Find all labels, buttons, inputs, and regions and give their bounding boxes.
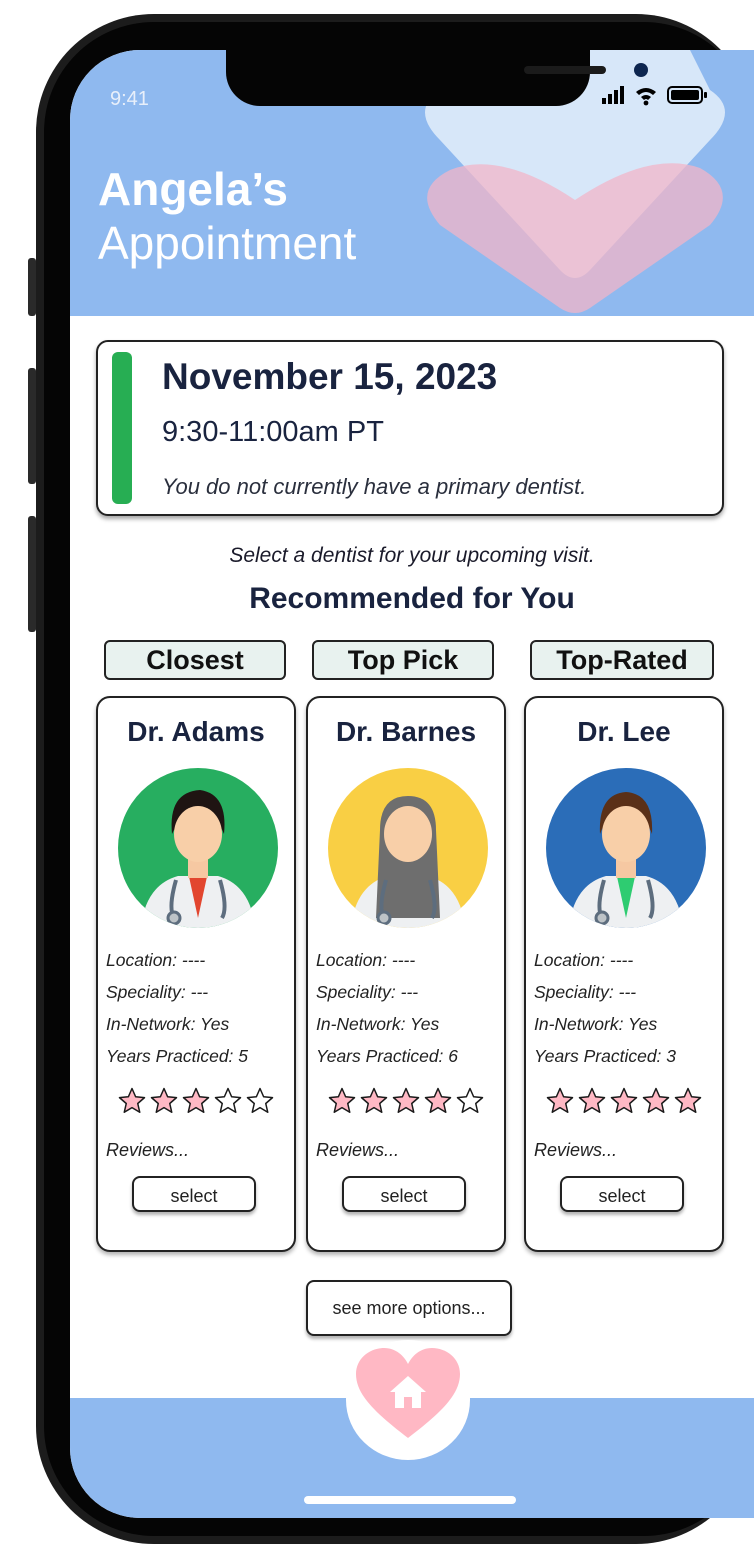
network-label: In-Network: Yes (316, 1014, 440, 1034)
location-label: Location: ---- (534, 950, 634, 970)
dentist-card: Dr. Adams Location: ---- Speciality: --- In… (96, 696, 296, 1252)
status-indicator-bar (112, 352, 132, 504)
status-time: 9:41 (110, 88, 149, 110)
home-indicator[interactable] (304, 1496, 516, 1504)
location-label: Location: ---- (316, 950, 416, 970)
star-empty-icon (246, 1087, 274, 1113)
star-filled-icon (424, 1087, 452, 1113)
status-icons (602, 86, 707, 106)
years-label: Years Practiced: 3 (534, 1046, 677, 1066)
section-title: Recommended for You (249, 582, 575, 615)
dentist-name: Dr. Barnes (335, 716, 477, 747)
star-filled-icon (328, 1087, 356, 1113)
reviews-link[interactable]: Reviews... (534, 1140, 617, 1161)
home-button[interactable] (354, 1346, 462, 1442)
speciality-label: Speciality: --- (316, 982, 419, 1002)
star-filled-icon (182, 1087, 210, 1113)
select-prompt: Select a dentist for your upcoming visit… (229, 544, 595, 567)
tag-top-rated: Top-Rated (530, 640, 714, 680)
years-label: Years Practiced: 6 (316, 1046, 459, 1066)
network-label: In-Network: Yes (534, 1014, 658, 1034)
location-label: Location: ---- (106, 950, 206, 970)
star-filled-icon (392, 1087, 420, 1113)
star-filled-icon (674, 1087, 702, 1113)
doctor-avatar-icon (328, 768, 488, 928)
select-button[interactable]: select (132, 1176, 256, 1212)
volume-down-button (28, 516, 36, 632)
star-filled-icon (360, 1087, 388, 1113)
title-subtitle: Appointment (98, 217, 357, 269)
speciality-label: Speciality: --- (106, 982, 209, 1002)
appointment-time: 9:30-11:00am PT (162, 416, 384, 448)
star-filled-icon (150, 1087, 178, 1113)
star-filled-icon (610, 1087, 638, 1113)
doctor-avatar-icon (546, 768, 706, 928)
star-empty-icon (214, 1087, 242, 1113)
dentist-card: Dr. Barnes Location: ---- Speciality: --- I… (306, 696, 506, 1252)
page-title: Angela’s Appointment (98, 162, 356, 270)
appointment-note: You do not currently have a primary dent… (162, 474, 587, 499)
years-label: Years Practiced: 5 (106, 1046, 249, 1066)
speaker (524, 66, 606, 74)
signal-icon (602, 86, 624, 104)
star-empty-icon (456, 1087, 484, 1113)
star-rating (308, 1086, 504, 1121)
star-rating (98, 1086, 294, 1121)
notch (226, 50, 648, 106)
app-screen: 9:41 Angela’s Appointment November 15, 2… (70, 50, 754, 1518)
star-filled-icon (578, 1087, 606, 1113)
silent-switch (28, 258, 36, 316)
dentist-name: Dr. Adams (127, 716, 265, 747)
see-more-options-button[interactable]: see more options... (306, 1280, 512, 1336)
camera (634, 63, 648, 77)
star-filled-icon (642, 1087, 670, 1113)
select-button[interactable]: select (560, 1176, 684, 1212)
star-filled-icon (118, 1087, 146, 1113)
select-button[interactable]: select (342, 1176, 466, 1212)
appointment-date: November 15, 2023 (162, 356, 498, 397)
volume-up-button (28, 368, 36, 484)
tag-closest: Closest (104, 640, 286, 680)
tag-top-pick: Top Pick (312, 640, 494, 680)
dentist-name: Dr. Lee (577, 716, 671, 747)
title-name: Angela’s (98, 163, 289, 215)
wifi-icon (636, 88, 656, 106)
reviews-link[interactable]: Reviews... (316, 1140, 399, 1161)
network-label: In-Network: Yes (106, 1014, 230, 1034)
battery-icon (667, 86, 707, 104)
speciality-label: Speciality: --- (534, 982, 637, 1002)
star-rating (526, 1086, 722, 1121)
reviews-link[interactable]: Reviews... (106, 1140, 189, 1161)
appointment-card: November 15, 2023 9:30-11:00am PT You do… (96, 340, 724, 516)
dentist-card: Dr. Lee Location: ---- Speciality: --- In-N… (524, 696, 724, 1252)
star-filled-icon (546, 1087, 574, 1113)
doctor-avatar-icon (118, 768, 278, 928)
